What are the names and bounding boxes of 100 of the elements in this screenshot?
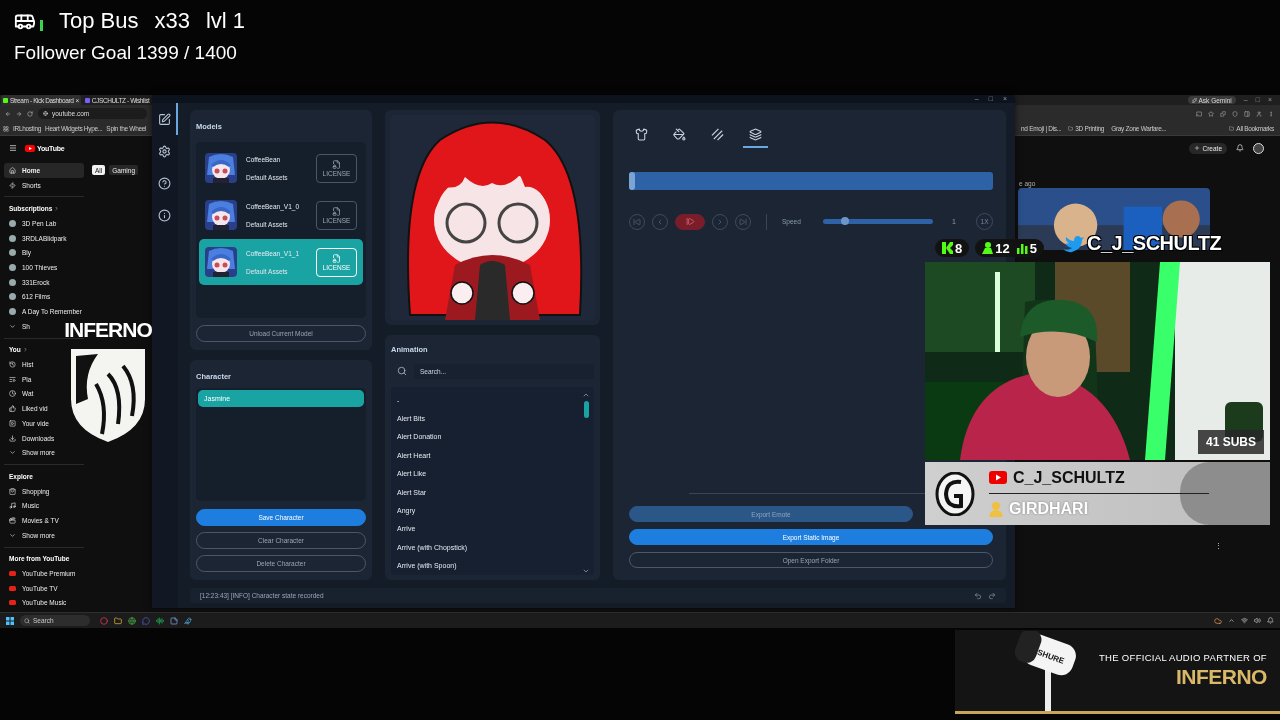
sponsor-tagline: THE OFFICIAL AUDIO PARTNER OF xyxy=(1099,652,1267,663)
chevron-right-icon xyxy=(22,347,28,353)
chevron-up-icon[interactable] xyxy=(1228,617,1235,624)
folder-icon[interactable] xyxy=(114,616,122,625)
playback-button[interactable] xyxy=(675,213,705,230)
bar-chart-icon xyxy=(1016,242,1028,254)
play-badge-icon xyxy=(9,600,16,606)
play-logo-icon xyxy=(25,144,35,152)
wifi-icon[interactable] xyxy=(1241,617,1248,624)
layers-icon xyxy=(749,127,762,141)
side-panel-icon[interactable] xyxy=(1244,110,1250,117)
help-icon xyxy=(157,176,171,190)
bell-icon[interactable] xyxy=(1236,144,1244,152)
play-badge-icon xyxy=(9,571,16,577)
stat-value: 8 xyxy=(955,240,963,256)
channel-name: C_J_SCHULTZ xyxy=(1013,468,1125,487)
file-lock-icon xyxy=(332,206,341,216)
bird-icon[interactable] xyxy=(184,616,192,625)
play-icon xyxy=(685,217,695,226)
paint-bucket-icon xyxy=(673,127,686,141)
redo-icon[interactable] xyxy=(988,591,996,600)
level-bar-icon xyxy=(40,19,43,31)
shirt-icon xyxy=(635,127,648,141)
back-icon[interactable] xyxy=(5,110,11,117)
timeline-handle[interactable] xyxy=(629,172,635,190)
top-bus-count: x33 xyxy=(154,8,190,34)
chevron-left-icon xyxy=(656,217,664,226)
person-icon xyxy=(982,242,994,254)
avatar-icon[interactable] xyxy=(1253,142,1264,154)
shopping-bag-icon xyxy=(9,487,16,495)
undo-icon[interactable] xyxy=(974,591,982,600)
person-icon xyxy=(989,501,1003,517)
chevron-down-icon xyxy=(9,531,16,539)
subs-counter: 41 SUBS xyxy=(1197,430,1264,454)
chevron-down-icon xyxy=(9,449,16,457)
emblem-icon xyxy=(935,471,975,516)
start-icon[interactable] xyxy=(6,616,14,625)
profile-icon[interactable] xyxy=(1256,110,1262,117)
stat-value: 12 xyxy=(995,240,1010,256)
search-icon xyxy=(397,366,407,376)
play-square-icon xyxy=(9,419,16,427)
history-icon xyxy=(9,361,16,369)
logo-icon xyxy=(942,242,953,254)
note-icon[interactable] xyxy=(170,616,178,625)
music-note-icon xyxy=(9,502,16,510)
hatching-icon xyxy=(711,127,724,141)
forward-icon[interactable] xyxy=(16,110,22,117)
edit-icon xyxy=(157,112,171,126)
chevron-right-icon xyxy=(54,206,60,212)
stat-value: 5 xyxy=(1029,240,1037,256)
speed-slider[interactable] xyxy=(823,219,933,224)
menu-icon[interactable] xyxy=(9,144,17,152)
skip-back-icon xyxy=(633,217,641,226)
globe-icon xyxy=(43,111,48,116)
clapperboard-icon xyxy=(9,516,16,524)
channel-name: C_J_SCHULTZ xyxy=(1087,232,1222,255)
viewer-name: GIRDHARI xyxy=(1009,500,1089,519)
bird-icon xyxy=(1062,234,1084,253)
ring-icon[interactable] xyxy=(100,616,108,625)
plus-icon xyxy=(1194,145,1201,151)
tab-favicon-icon xyxy=(84,97,90,103)
settings-icon xyxy=(157,144,171,158)
top-bus-label: Top Bus xyxy=(59,8,139,34)
tab-favicon-icon xyxy=(3,97,8,103)
more-icon[interactable] xyxy=(1268,110,1274,117)
folder-icon xyxy=(1068,126,1074,131)
sound-waves-icon[interactable] xyxy=(156,616,164,625)
star-icon[interactable] xyxy=(1208,110,1214,117)
chevron-right-icon xyxy=(716,217,724,226)
cast-icon[interactable] xyxy=(1196,110,1202,117)
globe-icon[interactable] xyxy=(128,616,136,625)
puzzle-icon[interactable] xyxy=(1220,110,1226,117)
play-logo-icon xyxy=(989,471,1007,485)
volume-icon[interactable] xyxy=(1254,617,1261,624)
sparkle-icon xyxy=(1191,97,1197,103)
top-bus-level: lvl 1 xyxy=(206,8,246,34)
search-icon xyxy=(24,617,30,624)
slider-thumb[interactable] xyxy=(841,217,850,225)
chevron-down-icon xyxy=(9,322,16,330)
scroll-thumb[interactable] xyxy=(583,401,589,418)
bell-icon[interactable] xyxy=(1267,617,1274,624)
lightning-icon xyxy=(9,181,16,189)
apps-grid-icon[interactable] xyxy=(3,125,9,132)
weather-icon[interactable] xyxy=(1214,616,1222,625)
scroll-up-icon[interactable] xyxy=(582,391,590,399)
clock-icon xyxy=(9,390,16,398)
sponsor-brand: INFERNO xyxy=(1175,665,1267,689)
home-icon xyxy=(9,166,16,174)
logo-wordmark: INFERNO xyxy=(64,318,152,342)
follower-goal: Follower Goal 1399 / 1400 xyxy=(14,42,238,64)
play-badge-icon xyxy=(9,585,16,591)
timeline-track[interactable] xyxy=(629,172,993,190)
scroll-down-icon[interactable] xyxy=(582,567,590,575)
thumbs-up-icon xyxy=(9,405,16,413)
reload-icon[interactable] xyxy=(27,110,33,117)
download-icon xyxy=(9,434,16,442)
info-icon xyxy=(157,208,171,222)
shield-icon[interactable] xyxy=(1232,110,1238,117)
file-lock-icon xyxy=(332,253,341,263)
playlist-icon xyxy=(9,375,16,383)
